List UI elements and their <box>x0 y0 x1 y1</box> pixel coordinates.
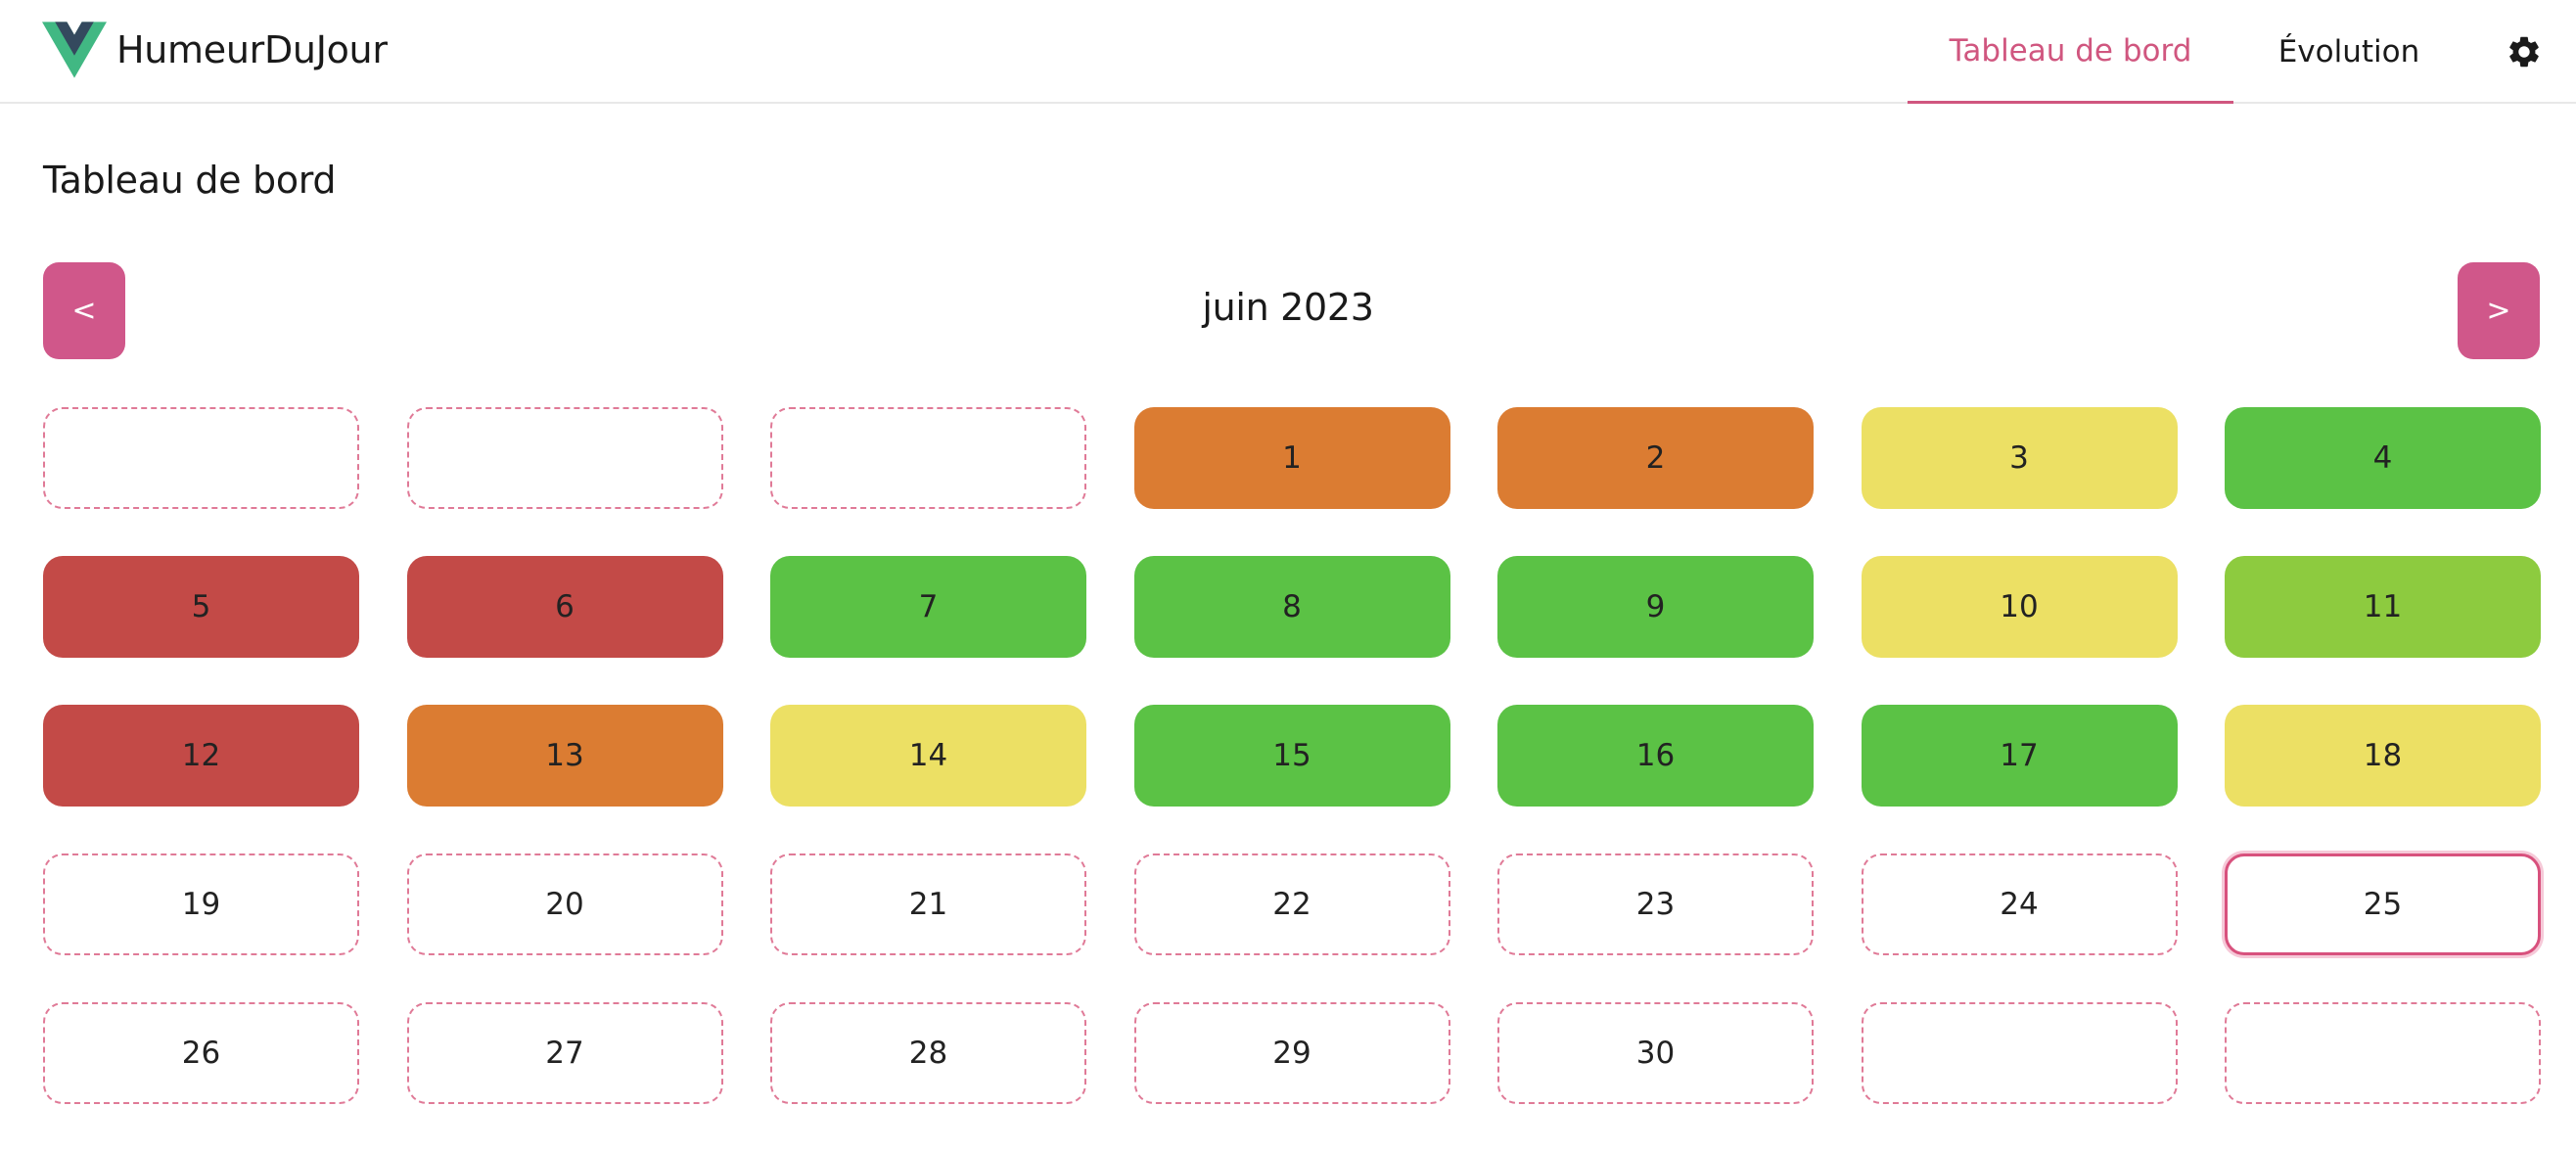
calendar-empty-cell <box>406 407 723 509</box>
calendar-day-6[interactable]: 6 <box>406 556 723 658</box>
calendar-day-17[interactable]: 17 <box>1861 705 2178 807</box>
tab-evolution[interactable]: Évolution <box>2251 0 2447 104</box>
calendar-day-27[interactable]: 27 <box>406 1002 723 1104</box>
calendar-day-25[interactable]: 25 <box>2225 853 2541 955</box>
brand-link[interactable]: HumeurDuJour <box>42 22 388 78</box>
calendar-empty-cell <box>770 407 1086 509</box>
calendar-day-8[interactable]: 8 <box>1133 556 1450 658</box>
app-name: HumeurDuJour <box>116 28 388 71</box>
calendar-day-30[interactable]: 30 <box>1497 1002 1814 1104</box>
calendar-day-7[interactable]: 7 <box>770 556 1086 658</box>
calendar-day-14[interactable]: 14 <box>770 705 1086 807</box>
calendar-day-9[interactable]: 9 <box>1497 556 1814 658</box>
gear-icon <box>2506 33 2543 70</box>
page-title: Tableau de bord <box>43 159 337 202</box>
calendar-day-16[interactable]: 16 <box>1497 705 1814 807</box>
tab-dashboard[interactable]: Tableau de bord <box>1908 0 2233 104</box>
navbar: HumeurDuJour Tableau de bord Évolution <box>0 0 2576 104</box>
calendar-day-26[interactable]: 26 <box>43 1002 359 1104</box>
calendar-day-12[interactable]: 12 <box>43 705 359 807</box>
calendar-day-19[interactable]: 19 <box>43 853 359 955</box>
calendar-day-4[interactable]: 4 <box>2225 407 2541 509</box>
calendar-day-20[interactable]: 20 <box>406 853 723 955</box>
calendar-day-2[interactable]: 2 <box>1497 407 1814 509</box>
settings-button[interactable] <box>2506 33 2543 70</box>
calendar-day-18[interactable]: 18 <box>2225 705 2541 807</box>
calendar-empty-cell <box>1861 1002 2178 1104</box>
calendar-day-24[interactable]: 24 <box>1861 853 2178 955</box>
calendar-day-15[interactable]: 15 <box>1133 705 1450 807</box>
calendar-empty-cell <box>43 407 359 509</box>
calendar-day-3[interactable]: 3 <box>1861 407 2178 509</box>
calendar-grid: 1 2 3 4 5 6 7 8 9 10 11 12 13 14 15 16 17 18 19 20 21 22 23 24 2… <box>43 407 2541 1104</box>
calendar-day-5[interactable]: 5 <box>43 556 359 658</box>
month-label: juin 2023 <box>1202 286 1374 329</box>
calendar-day-22[interactable]: 22 <box>1133 853 1450 955</box>
calendar-day-23[interactable]: 23 <box>1497 853 1814 955</box>
calendar-day-1[interactable]: 1 <box>1133 407 1450 509</box>
calendar-day-13[interactable]: 13 <box>406 705 723 807</box>
calendar-day-10[interactable]: 10 <box>1861 556 2178 658</box>
calendar-day-21[interactable]: 21 <box>770 853 1086 955</box>
calendar-empty-cell <box>2225 1002 2541 1104</box>
next-month-button[interactable]: > <box>2458 262 2540 359</box>
calendar-day-29[interactable]: 29 <box>1133 1002 1450 1104</box>
calendar-day-28[interactable]: 28 <box>770 1002 1086 1104</box>
calendar-day-11[interactable]: 11 <box>2225 556 2541 658</box>
vue-logo-icon <box>42 22 107 78</box>
